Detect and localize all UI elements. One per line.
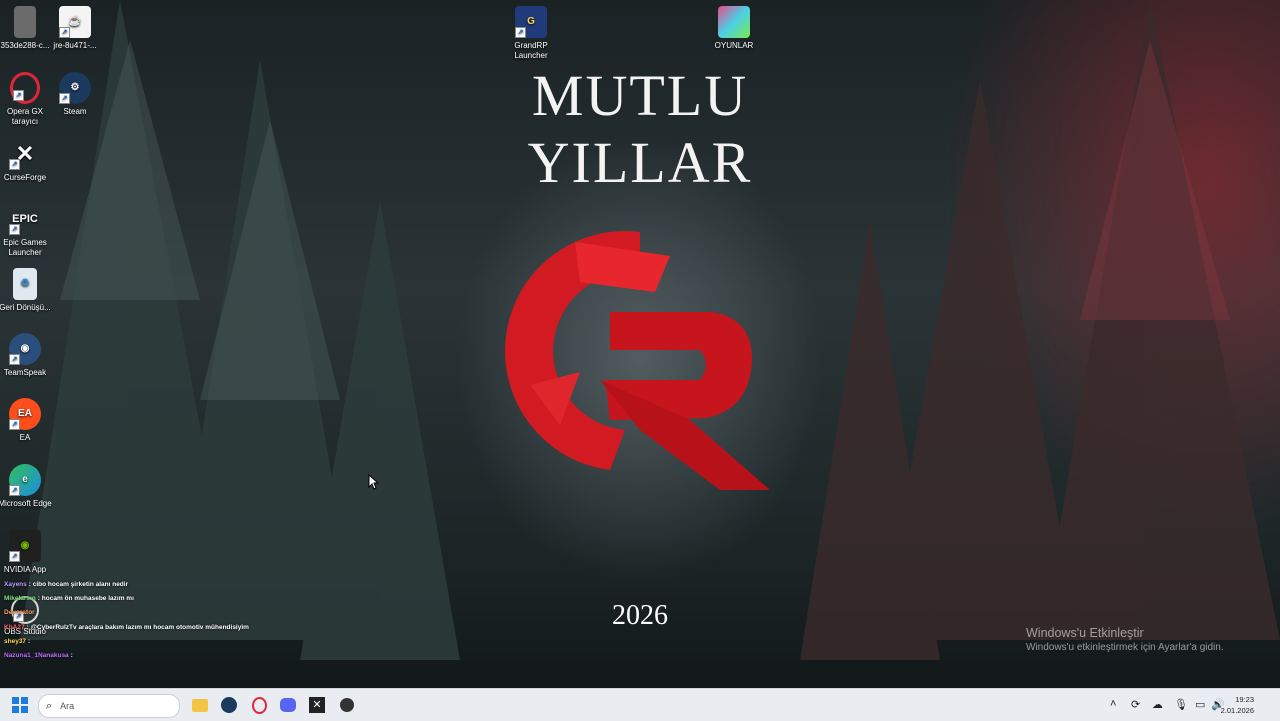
taskbar-opera-gx[interactable]	[249, 695, 269, 715]
clock-date: 2.01.2026	[1220, 706, 1254, 715]
desktop-icon-curseforge[interactable]: ✕ ↗ CurseForge	[0, 138, 57, 183]
ea-icon: EA ↗	[9, 398, 41, 430]
desktop-icon-label: NVIDIA App	[3, 565, 47, 574]
cloud-icon[interactable]: ☁	[1152, 698, 1163, 711]
file-thumbnail-icon	[14, 6, 36, 38]
chat-text: :	[70, 652, 73, 660]
chat-user: Nazuna1_1Nanakusa	[4, 652, 69, 660]
desktop-icon-grandrp[interactable]: G ↗ GrandRP Launcher	[499, 6, 563, 61]
recycle-bin-icon: ♻	[13, 268, 37, 300]
chat-user: KbA27	[4, 623, 25, 631]
file-explorer-icon	[192, 698, 208, 712]
start-button[interactable]	[10, 695, 30, 715]
activation-subtext: Windows'u etkinleştirmek için Ayarlar'a …	[1026, 642, 1224, 653]
activation-heading: Windows'u Etkinleştir	[1026, 626, 1144, 640]
chat-text: :	[36, 609, 39, 617]
desktop-icon-teamspeak[interactable]: ◉ ↗ TeamSpeak	[0, 333, 57, 378]
taskbar-search-box[interactable]: ⌕ Ara	[38, 694, 180, 718]
curseforge-icon: ✕ ↗	[9, 138, 41, 170]
chat-user: shey37	[4, 637, 27, 645]
taskbar-file-explorer[interactable]	[190, 695, 210, 715]
desktop-icon-label: jre-8u471-...	[53, 41, 97, 50]
grandrp-icon: G ↗	[515, 6, 547, 38]
network-icon[interactable]: ▭	[1195, 698, 1205, 711]
chat-text: :	[28, 637, 31, 645]
desktop-icon-label: Microsoft Edge	[0, 499, 52, 508]
taskbar-steam[interactable]	[219, 695, 239, 715]
chat-message: Xayens: cibo hocam şirketin alanı nedir	[4, 578, 304, 592]
chat-message: KbA27: @CyberRulzTv araçlara bakım lazım…	[4, 621, 304, 635]
discord-icon	[280, 698, 296, 712]
search-placeholder: Ara	[60, 701, 75, 711]
clock-time: 19:23	[1235, 695, 1254, 704]
desktop-icon-label: Steam	[63, 107, 87, 116]
chat-user: Devorator	[4, 609, 35, 617]
desktop-icon-label: GrandRP Launcher	[514, 41, 548, 60]
desktop-icon-recycle-bin[interactable]: ♻ Geri Dönüşü...	[0, 268, 57, 313]
desktop-icon-label: Epic Games Launcher	[3, 238, 47, 257]
opera-gx-icon: ↗	[10, 72, 40, 104]
chat-message: Devorator:	[4, 606, 304, 620]
desktop-icon-nvidia[interactable]: ◉ ↗ NVIDIA App	[0, 530, 57, 575]
steam-icon: ⚙ ↗	[59, 72, 91, 104]
chevron-up-icon[interactable]: ˄	[1110, 698, 1116, 710]
desktop-icon-label: CurseForge	[3, 173, 47, 182]
edge-icon: e ↗	[9, 464, 41, 496]
wallpaper-title: MUTLU YILLAR	[527, 63, 753, 195]
chat-message: Nazuna1_1Nanakusa:	[4, 649, 304, 663]
steam-icon	[221, 697, 237, 713]
stream-chat-overlay: Xayens: cibo hocam şirketin alanı nedir …	[4, 578, 304, 663]
epic-games-icon: EPIC ↗	[9, 203, 41, 235]
taskbar-discord[interactable]	[278, 695, 298, 715]
taskbar: ⌕ Ara ✕ ˄ ⟳ ☁ 🎙 ▭ 🔊 19:23 2.01.2026	[0, 688, 1280, 721]
chat-message: Mikelarsın: hocam ön muhasebe lazım mı	[4, 592, 304, 606]
chat-message: shey37:	[4, 635, 304, 649]
sync-icon[interactable]: ⟳	[1131, 698, 1140, 711]
taskbar-curseforge[interactable]: ✕	[307, 695, 327, 715]
desktop-icon-edge[interactable]: e ↗ Microsoft Edge	[0, 464, 57, 509]
grandrp-logo	[505, 231, 770, 490]
taskbar-obs[interactable]	[337, 695, 357, 715]
curseforge-icon: ✕	[309, 697, 325, 713]
chat-user: Mikelarsın	[4, 595, 36, 603]
chat-text: : @CyberRulzTv araçlara bakım lazım mı h…	[26, 623, 249, 631]
desktop-icon-label: Geri Dönüşü...	[0, 303, 51, 312]
desktop-icon-steam[interactable]: ⚙ ↗ Steam	[43, 72, 107, 117]
windows-logo-icon	[12, 697, 28, 713]
chat-text: : cibo hocam şirketin alanı nedir	[28, 581, 129, 588]
search-icon: ⌕	[46, 699, 53, 712]
desktop-icon-label: EA	[19, 433, 31, 442]
teamspeak-icon: ◉ ↗	[9, 333, 41, 365]
folder-games-icon	[718, 6, 750, 38]
desktop-icon-jre[interactable]: ☕ ↗ jre-8u471-...	[43, 6, 107, 51]
nvidia-icon: ◉ ↗	[9, 530, 41, 562]
desktop-icon-epic[interactable]: EPIC ↗ Epic Games Launcher	[0, 203, 57, 258]
desktop-icon-ea[interactable]: EA ↗ EA	[0, 398, 57, 443]
wallpaper-year: 2026	[612, 600, 668, 631]
desktop-icon-oyunlar[interactable]: OYUNLAR	[702, 6, 766, 51]
mouse-cursor-icon	[368, 474, 380, 490]
desktop-icon-label: OYUNLAR	[714, 41, 754, 50]
opera-gx-icon	[251, 696, 267, 714]
taskbar-clock[interactable]: 19:23 2.01.2026	[1221, 694, 1254, 716]
desktop-icon-label: TeamSpeak	[3, 368, 47, 377]
chat-text: : hocam ön muhasebe lazım mı	[37, 595, 134, 603]
windows-activation-watermark: Windows'u Etkinleştir Windows'u etkinleş…	[1026, 626, 1224, 653]
chat-user: Xayens	[4, 581, 27, 588]
obs-icon	[340, 698, 354, 712]
microphone-icon[interactable]: 🎙	[1174, 698, 1188, 711]
java-icon: ☕ ↗	[59, 6, 91, 38]
